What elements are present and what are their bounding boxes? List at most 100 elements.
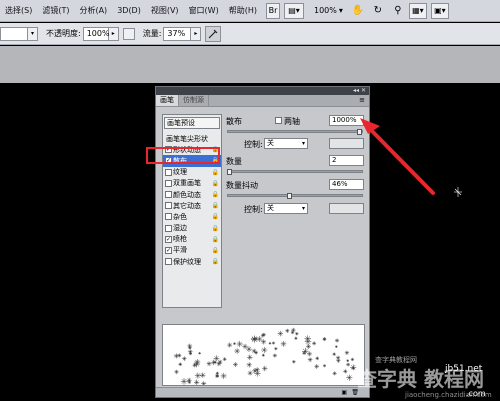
mode-select-arrow[interactable]: ▾ bbox=[28, 26, 38, 41]
brush-option-item[interactable]: 其它动态 🔒 bbox=[163, 200, 221, 211]
brush-dab-icon bbox=[271, 341, 276, 345]
count-value-input[interactable]: 2 bbox=[329, 155, 364, 166]
brush-dab-icon bbox=[344, 350, 350, 355]
brush-dab-icon bbox=[201, 381, 207, 385]
count-jitter-control-select[interactable]: 关 ▾ bbox=[264, 203, 308, 214]
airbrush-icon[interactable] bbox=[205, 25, 222, 42]
zoom-tool-icon[interactable]: ⚲ bbox=[391, 5, 405, 16]
scatter-value-input[interactable]: 1000% bbox=[329, 115, 364, 126]
hand-tool-icon[interactable]: ✋ bbox=[351, 5, 365, 16]
option-checkbox[interactable] bbox=[165, 258, 172, 266]
brush-option-item[interactable]: 颜色动态 🔒 bbox=[163, 189, 221, 200]
scatter-control-label: 控制: bbox=[244, 140, 263, 149]
mode-select[interactable] bbox=[0, 26, 28, 41]
workspace-icon[interactable]: ▣▾ bbox=[430, 2, 449, 19]
brush-dab-icon bbox=[233, 342, 236, 345]
count-jitter-slider-thumb[interactable] bbox=[286, 193, 292, 199]
brush-dab-icon bbox=[290, 330, 295, 335]
zoom-level-select[interactable]: 100% ▾ bbox=[312, 6, 345, 15]
brush-dab-icon bbox=[314, 364, 320, 369]
brush-tip-shape-item[interactable]: 画笔笔尖形状 bbox=[163, 133, 221, 144]
scatter-control-select[interactable]: 关 ▾ bbox=[264, 138, 308, 149]
lock-icon[interactable]: 🔒 bbox=[212, 258, 219, 265]
scatter-slider-thumb[interactable] bbox=[357, 129, 362, 135]
new-preset-icon[interactable]: ▣ bbox=[341, 389, 347, 396]
brush-dab-icon bbox=[285, 328, 290, 333]
scatter-control-extra-field bbox=[329, 138, 364, 149]
panel-title-bar[interactable]: ◂◂ ✕ bbox=[156, 87, 369, 95]
option-checkbox[interactable]: ✓ bbox=[165, 235, 172, 243]
lock-icon[interactable]: 🔒 bbox=[212, 247, 219, 254]
brush-option-item[interactable]: ✓ 平滑 🔒 bbox=[163, 245, 221, 256]
brush-dab-icon bbox=[215, 371, 219, 375]
menu-filter[interactable]: 滤镜(T) bbox=[37, 0, 74, 22]
brush-dab-icon bbox=[234, 348, 240, 354]
option-label: 杂色 bbox=[173, 212, 187, 221]
brush-option-item[interactable]: 湿边 🔒 bbox=[163, 223, 221, 234]
brush-dab-icon bbox=[323, 364, 327, 368]
brush-dab-icon bbox=[332, 352, 336, 356]
brush-dab-icon bbox=[173, 353, 179, 359]
option-checkbox[interactable] bbox=[165, 202, 172, 210]
menu-window[interactable]: 窗口(W) bbox=[184, 0, 224, 22]
brush-option-item[interactable]: 纹理 🔒 bbox=[163, 167, 221, 178]
scatter-label: 散布 bbox=[226, 117, 242, 126]
lock-icon[interactable]: 🔒 bbox=[212, 169, 219, 176]
brush-dab-icon bbox=[251, 348, 257, 354]
menu-view[interactable]: 视图(V) bbox=[146, 0, 184, 22]
chevron-down-icon: ▾ bbox=[338, 6, 343, 15]
brush-dab-icon bbox=[247, 370, 253, 376]
panel-dock-strip bbox=[0, 46, 500, 83]
scatter-slider-track[interactable] bbox=[227, 130, 363, 133]
menu-help[interactable]: 帮助(H) bbox=[224, 0, 262, 22]
panel-collapse-icon[interactable]: ◂◂ ✕ bbox=[353, 87, 366, 95]
brush-option-item[interactable]: 保护纹理 🔒 bbox=[163, 256, 221, 267]
lock-icon[interactable]: 🔒 bbox=[212, 225, 219, 232]
opacity-arrow[interactable]: ▸ bbox=[108, 26, 119, 41]
both-axes-checkbox[interactable] bbox=[275, 117, 282, 124]
lock-icon[interactable]: 🔒 bbox=[212, 191, 219, 198]
options-bar: ▾ 不透明度: 100% ▸ 流量: 37% ▸ bbox=[0, 23, 500, 45]
lock-icon[interactable]: 🔒 bbox=[212, 202, 219, 209]
lock-icon[interactable]: 🔒 bbox=[212, 213, 219, 220]
layout-icon[interactable]: ▤▾ bbox=[283, 2, 304, 19]
menu-analysis[interactable]: 分析(A) bbox=[74, 0, 112, 22]
sparkle-icon bbox=[454, 187, 462, 197]
lock-icon[interactable]: 🔒 bbox=[212, 236, 219, 243]
brush-dab-icon bbox=[307, 351, 312, 357]
brush-option-item[interactable]: ✓ 喷枪 🔒 bbox=[163, 234, 221, 245]
option-checkbox[interactable] bbox=[165, 224, 172, 232]
opacity-input[interactable]: 100% bbox=[82, 26, 110, 41]
brush-dab-icon bbox=[200, 372, 206, 378]
tab-clone-source[interactable]: 仿制源 bbox=[179, 95, 209, 106]
panel-menu-icon[interactable]: ≡ bbox=[355, 95, 369, 106]
option-checkbox[interactable] bbox=[165, 179, 172, 187]
count-slider-track[interactable] bbox=[227, 170, 363, 173]
count-jitter-control-label: 控制: bbox=[244, 205, 263, 214]
brush-dab-icon bbox=[182, 356, 187, 361]
rotate-view-icon[interactable]: ↻ bbox=[371, 5, 385, 16]
option-label: 湿边 bbox=[173, 224, 187, 233]
count-slider-thumb[interactable] bbox=[227, 169, 232, 175]
option-checkbox[interactable]: ✓ bbox=[165, 246, 172, 254]
flow-input[interactable]: 37% bbox=[163, 26, 192, 41]
option-checkbox[interactable] bbox=[165, 213, 172, 221]
menu-3d[interactable]: 3D(D) bbox=[112, 0, 146, 22]
option-checkbox[interactable] bbox=[165, 191, 172, 199]
lock-icon[interactable]: 🔒 bbox=[212, 180, 219, 187]
brush-option-item[interactable]: 杂色 🔒 bbox=[163, 211, 221, 222]
bridge-icon[interactable]: Br bbox=[265, 2, 280, 19]
brush-option-item[interactable]: 双重画笔 🔒 bbox=[163, 178, 221, 189]
count-jitter-slider-track[interactable] bbox=[227, 194, 363, 197]
menu-select[interactable]: 选择(S) bbox=[0, 0, 37, 22]
brush-presets-button[interactable]: 画笔预设 bbox=[164, 117, 220, 129]
arrange-icon[interactable]: ▦▾ bbox=[408, 2, 427, 19]
pressure-opacity-icon[interactable] bbox=[122, 27, 135, 40]
brush-dab-icon bbox=[334, 338, 340, 343]
option-checkbox[interactable] bbox=[165, 168, 172, 176]
brush-dab-icon bbox=[280, 341, 287, 347]
flow-arrow[interactable]: ▸ bbox=[191, 26, 202, 41]
tab-brush[interactable]: 画笔 bbox=[156, 95, 179, 106]
count-jitter-value-input[interactable]: 46% bbox=[329, 179, 364, 190]
option-label: 纹理 bbox=[173, 168, 187, 177]
